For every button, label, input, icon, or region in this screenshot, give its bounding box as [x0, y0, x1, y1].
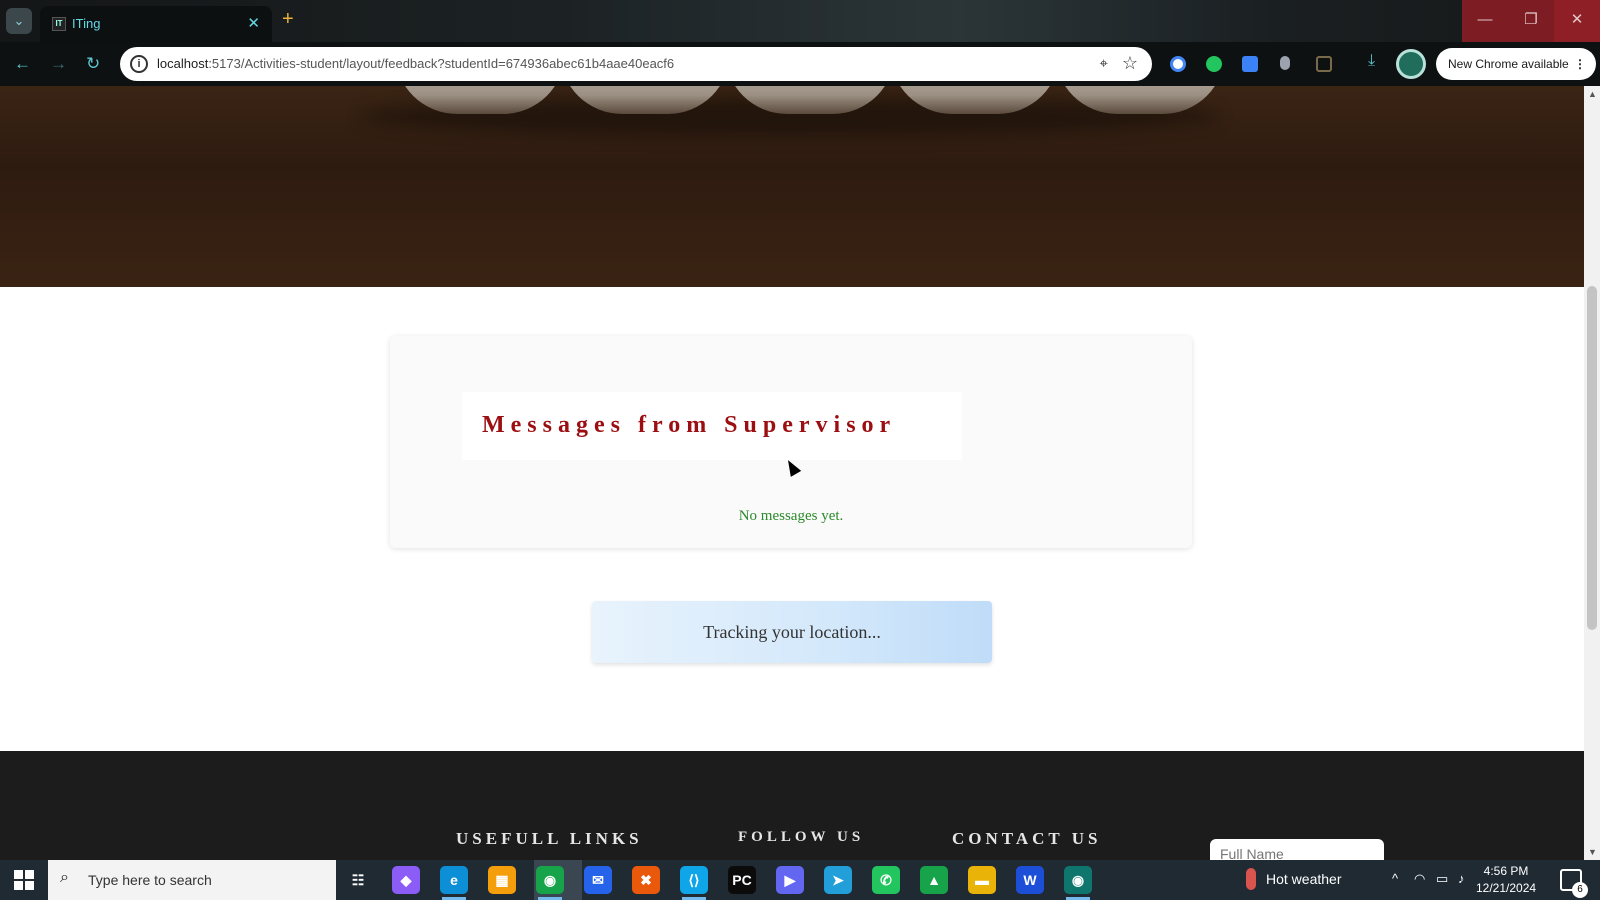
tab-favicon-icon: IT [52, 17, 66, 31]
hero-image [0, 86, 1584, 287]
chrome-menu-icon[interactable]: ⋮ [1574, 48, 1586, 80]
extension-icon-2[interactable] [1206, 56, 1222, 72]
footer-name-input[interactable] [1210, 839, 1384, 860]
taskbar-app-telegram-icon[interactable]: ➤ [824, 866, 852, 894]
forward-arrow-icon[interactable]: → [50, 54, 67, 74]
taskbar-search-box[interactable]: ⌕ Type here to search [48, 860, 336, 900]
clock-time: 4:56 PM [1483, 864, 1529, 878]
new-tab-button[interactable]: + [282, 9, 294, 29]
browser-toolbar: ← → ↻ i localhost:5173/Activities-studen… [0, 42, 1600, 86]
weather-label[interactable]: Hot weather [1266, 871, 1341, 887]
address-bar[interactable]: i localhost:5173/Activities-student/layo… [120, 47, 1152, 81]
scroll-up-icon[interactable]: ▲ [1588, 89, 1597, 99]
messages-card: Messages from Supervisor No messages yet… [390, 336, 1192, 548]
taskbar-app-app-green-icon[interactable]: ▲ [920, 866, 948, 894]
tab-close-icon[interactable]: ✕ [247, 14, 260, 32]
taskbar-search-placeholder: Type here to search [88, 872, 212, 888]
messages-heading: Messages from Supervisor [482, 412, 897, 438]
windows-start-icon[interactable] [14, 870, 34, 890]
url-host: localhost [157, 56, 209, 71]
taskbar-app-pycharm-icon[interactable]: PC [728, 866, 756, 894]
bookmark-star-icon[interactable]: ☆ [1122, 53, 1138, 74]
messages-empty-state: No messages yet. [738, 508, 844, 524]
back-arrow-icon[interactable]: ← [14, 54, 31, 74]
scroll-down-icon[interactable]: ▼ [1588, 847, 1597, 857]
clock-date: 12/21/2024 [1476, 881, 1537, 895]
messages-heading-box: Messages from Supervisor [462, 392, 962, 460]
taskbar-app-file-explorer-icon[interactable]: ▬ [968, 866, 996, 894]
taskbar-app-copilot-icon[interactable]: ◆ [392, 866, 420, 894]
taskbar-app-store-icon[interactable]: ▦ [488, 866, 516, 894]
site-info-icon[interactable]: i [130, 55, 148, 73]
profile-avatar[interactable] [1396, 49, 1426, 79]
footer-contact-us-heading: CONTACT US [952, 829, 1102, 848]
extensions-puzzle-icon[interactable] [1316, 56, 1332, 72]
browser-titlebar: ⌄ IT ITing ✕ + — ❐ ✕ [0, 0, 1600, 42]
search-icon: ⌕ [60, 869, 69, 886]
taskbar-clock[interactable]: 4:56 PM 12/21/2024 [1476, 863, 1536, 897]
windows-taskbar: ⌕ Type here to search ☷ ◆ e ▦ ◉ ✉ ✖ ⟨⟩ PC ▶ ➤ ✆ ▲ ▬ W ◉… [0, 860, 1600, 900]
new-chrome-available-button[interactable]: New Chrome available ⋮ [1436, 48, 1596, 80]
footer-useful-links-heading: USEFULL LINKS [456, 829, 643, 848]
page-scrollbar[interactable]: ▲ ▼ [1584, 86, 1600, 860]
extension-icon-1[interactable] [1170, 56, 1186, 72]
network-icon[interactable]: ◠ [1414, 871, 1425, 887]
location-tracking-status: Tracking your location... [592, 601, 992, 663]
footer-follow-us-heading: FOLLOW US [738, 829, 865, 845]
restore-button[interactable]: ❐ [1508, 0, 1554, 42]
extension-icon-3[interactable] [1242, 56, 1258, 72]
url-text[interactable]: localhost:5173/Activities-student/layout… [157, 56, 674, 71]
extension-icon-4[interactable] [1280, 56, 1290, 70]
thermometer-icon [1246, 868, 1256, 890]
taskbar-app-chrome-icon[interactable]: ◉ [536, 866, 564, 894]
window-close-button[interactable]: ✕ [1554, 0, 1600, 42]
taskbar-app-mail-icon[interactable]: ✉ [584, 866, 612, 894]
taskbar-app-app-blue-icon[interactable]: ▶ [776, 866, 804, 894]
taskbar-app-word-icon[interactable]: W [1016, 866, 1044, 894]
notification-count-badge: 6 [1572, 882, 1588, 898]
scrollbar-thumb[interactable] [1587, 286, 1597, 630]
taskbar-app-chrome-profile-icon[interactable]: ◉ [1064, 866, 1092, 894]
url-path: :5173/Activities-student/layout/feedback… [208, 56, 675, 71]
page-viewport: Messages from Supervisor No messages yet… [0, 86, 1584, 860]
site-footer: USEFULL LINKS FOLLOW US CONTACT US [0, 751, 1584, 860]
tray-overflow-icon[interactable]: ^ [1392, 871, 1398, 886]
location-icon[interactable]: ⌖ [1100, 55, 1108, 72]
browser-tab[interactable]: IT ITing ✕ [40, 6, 272, 42]
new-chrome-label: New Chrome available [1448, 57, 1569, 71]
taskbar-app-edge-icon[interactable]: e [440, 866, 468, 894]
taskbar-app-vscode-icon[interactable]: ⟨⟩ [680, 866, 708, 894]
download-icon[interactable]: ⤓ [1368, 52, 1384, 69]
battery-icon[interactable]: ▭ [1436, 871, 1448, 887]
tab-search-button[interactable]: ⌄ [6, 8, 32, 34]
tab-title: ITing [72, 16, 101, 31]
taskbar-app-task-view-icon[interactable]: ☷ [344, 866, 372, 894]
volume-icon[interactable]: ♪ [1458, 871, 1465, 886]
taskbar-app-xampp-icon[interactable]: ✖ [632, 866, 660, 894]
minimize-button[interactable]: — [1462, 0, 1508, 42]
taskbar-app-whatsapp-icon[interactable]: ✆ [872, 866, 900, 894]
reload-icon[interactable]: ↻ [86, 54, 100, 74]
